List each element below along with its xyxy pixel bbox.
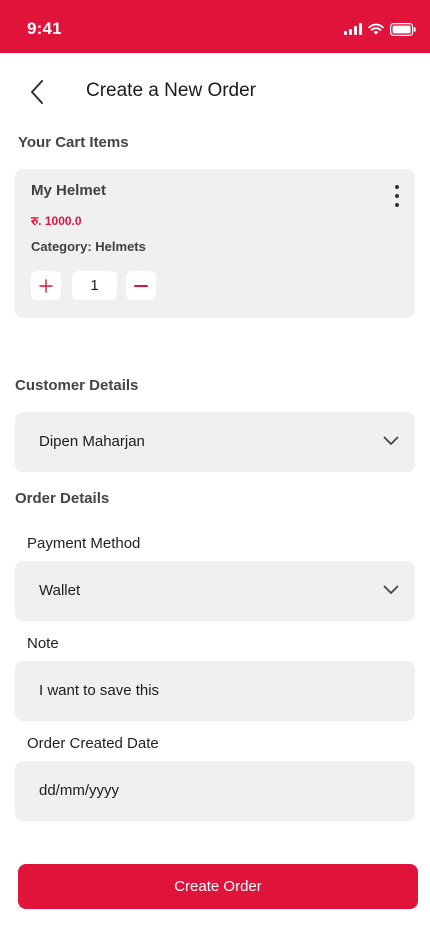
note-value: I want to save this <box>39 682 160 699</box>
status-icons <box>344 22 416 36</box>
payment-method-label: Payment Method <box>27 535 141 552</box>
more-vertical-icon <box>395 185 399 189</box>
more-options-button[interactable] <box>389 185 405 207</box>
chevron-down-icon <box>383 585 399 594</box>
back-arrow-icon <box>31 80 43 104</box>
cart-item-card: My Helmet रु. 1000.0 Category: Helmets 1 <box>15 169 415 318</box>
plus-icon <box>39 278 53 293</box>
status-time: 9:41 <box>27 19 62 38</box>
order-date-label: Order Created Date <box>27 735 159 752</box>
cart-heading: Your Cart Items <box>18 134 129 151</box>
status-bar: 9:41 <box>0 0 430 53</box>
signal-icon <box>344 23 362 35</box>
customer-select-value: Dipen Maharjan <box>39 433 145 450</box>
customer-select[interactable]: Dipen Maharjan <box>15 412 415 472</box>
order-heading: Order Details <box>15 490 110 507</box>
quantity-value: 1 <box>72 271 117 300</box>
minus-icon <box>134 284 148 287</box>
product-name: My Helmet <box>31 182 107 199</box>
payment-method-select[interactable]: Wallet <box>15 561 415 621</box>
create-order-button[interactable]: Create Order <box>18 864 418 909</box>
payment-method-value: Wallet <box>39 582 81 599</box>
page-title: Create a New Order <box>86 80 257 101</box>
customer-heading: Customer Details <box>15 377 139 394</box>
order-date-input[interactable]: dd/mm/yyyy <box>15 761 415 821</box>
increase-quantity-button[interactable] <box>31 271 61 300</box>
header: Create a New Order <box>0 53 430 129</box>
product-category: Category: Helmets <box>31 239 146 254</box>
order-date-placeholder: dd/mm/yyyy <box>39 782 120 799</box>
decrease-quantity-button[interactable] <box>126 271 156 300</box>
chevron-down-icon <box>383 436 399 445</box>
note-label: Note <box>27 635 59 652</box>
product-price: रु. 1000.0 <box>31 214 82 228</box>
battery-icon <box>390 22 416 36</box>
note-input[interactable]: I want to save this <box>15 661 415 721</box>
back-button[interactable] <box>22 75 52 109</box>
wifi-icon <box>368 23 384 35</box>
